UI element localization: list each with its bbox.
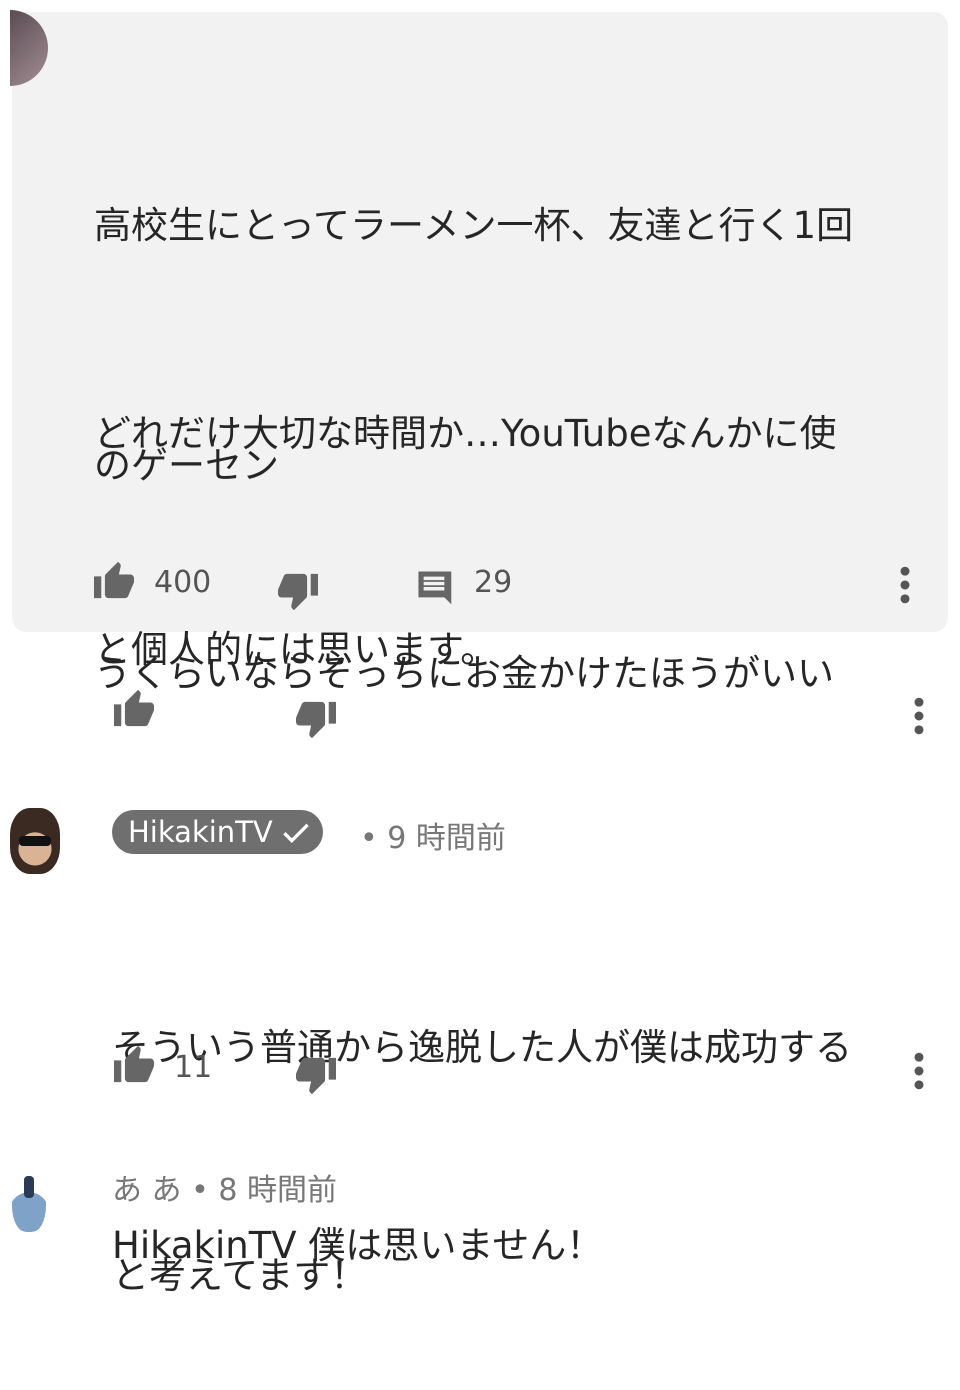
thumb-up-icon bbox=[94, 561, 134, 599]
thumb-down-icon bbox=[296, 701, 336, 739]
hikakin-avatar[interactable] bbox=[10, 808, 60, 874]
check-icon bbox=[282, 823, 309, 844]
comment-text: そういう普通から逸脱した人が僕は成功する と考えてます！ bbox=[112, 858, 852, 1390]
sunglasses bbox=[19, 836, 51, 846]
comment-line: と個人的には思います。 bbox=[94, 628, 498, 671]
reply-count: 29 bbox=[474, 565, 513, 600]
comment-menu-button[interactable] bbox=[910, 697, 928, 735]
dislike-button[interactable] bbox=[276, 572, 320, 612]
avatar-figure bbox=[24, 1176, 34, 1198]
like-button[interactable] bbox=[92, 560, 136, 600]
thumb-up-icon bbox=[114, 689, 154, 727]
dislike-button[interactable] bbox=[294, 1056, 338, 1096]
reply-button[interactable] bbox=[414, 568, 454, 606]
comment-timestamp: • 8 時間前 bbox=[191, 1173, 337, 1208]
like-button[interactable] bbox=[112, 1044, 156, 1084]
comment-text: HikakinTV 僕は思いません！ bbox=[112, 1224, 604, 1267]
thumb-down-icon bbox=[278, 573, 318, 611]
more-vert-icon bbox=[914, 697, 924, 735]
comment-timestamp: • 9 時間前 bbox=[360, 821, 506, 856]
like-button[interactable] bbox=[112, 688, 156, 728]
author-name[interactable]: あ あ bbox=[112, 1173, 182, 1208]
commenter-avatar[interactable] bbox=[12, 1166, 46, 1232]
comment-menu-button[interactable] bbox=[896, 566, 914, 604]
more-vert-icon bbox=[900, 566, 910, 604]
more-vert-icon bbox=[914, 1052, 924, 1090]
like-count: 11 bbox=[174, 1050, 213, 1085]
thumb-down-icon bbox=[296, 1057, 336, 1095]
dislike-button[interactable] bbox=[294, 700, 338, 740]
author-name-row: あ あ • 8 時間前 bbox=[112, 1165, 337, 1209]
comment-line: そういう普通から逸脱した人が僕は成功する bbox=[112, 1026, 852, 1069]
comment-menu-button[interactable] bbox=[910, 1052, 928, 1090]
like-count: 400 bbox=[154, 565, 212, 600]
author-name: HikakinTV bbox=[128, 815, 273, 849]
channel-badge[interactable]: HikakinTV bbox=[112, 810, 323, 854]
thumb-up-icon bbox=[114, 1045, 154, 1083]
comment-icon bbox=[418, 571, 452, 605]
